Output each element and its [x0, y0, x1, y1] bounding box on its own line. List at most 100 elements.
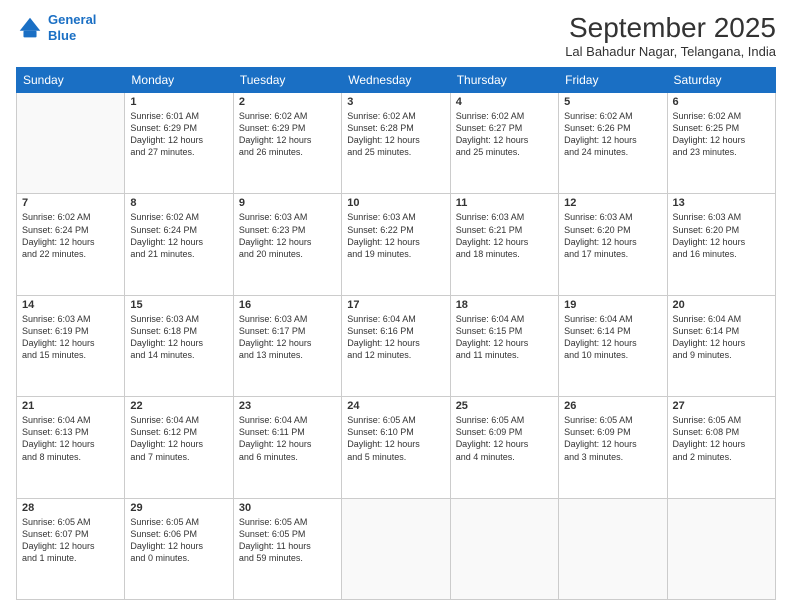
day-number: 15: [130, 299, 227, 311]
calendar-header-row: Sunday Monday Tuesday Wednesday Thursday…: [17, 68, 776, 93]
day-number: 12: [564, 197, 661, 209]
title-block: September 2025 Lal Bahadur Nagar, Telang…: [565, 12, 776, 59]
day-info: Sunrise: 6:03 AM Sunset: 6:19 PM Dayligh…: [22, 313, 119, 362]
day-number: 7: [22, 197, 119, 209]
day-number: 17: [347, 299, 444, 311]
calendar-cell: 17Sunrise: 6:04 AM Sunset: 6:16 PM Dayli…: [342, 295, 450, 396]
day-info: Sunrise: 6:05 AM Sunset: 6:05 PM Dayligh…: [239, 516, 336, 565]
day-info: Sunrise: 6:05 AM Sunset: 6:06 PM Dayligh…: [130, 516, 227, 565]
day-number: 2: [239, 96, 336, 108]
day-number: 23: [239, 400, 336, 412]
col-wednesday: Wednesday: [342, 68, 450, 93]
calendar-cell: 25 Sunrise: 6:05 AM Sunset: 6:09 PM Dayli…: [450, 397, 558, 498]
calendar-cell: 4Sunrise: 6:02 AM Sunset: 6:27 PM Daylig…: [450, 93, 558, 194]
calendar-cell: 11 Sunrise: 6:03 AM Sunset: 6:21 PM Dayli…: [450, 194, 558, 295]
calendar-cell: [17, 93, 125, 194]
day-info: Sunrise: 6:02 AM Sunset: 6:24 PM Dayligh…: [130, 211, 227, 260]
day-number: 10: [347, 197, 444, 209]
day-number: 29: [130, 502, 227, 514]
calendar-cell: 16 Sunrise: 6:03 AM Sunset: 6:17 PM Dayli…: [233, 295, 341, 396]
day-info: Sunrise: 6:03 AM Sunset: 6:17 PM Dayligh…: [239, 313, 336, 362]
col-sunday: Sunday: [17, 68, 125, 93]
day-number: 1: [130, 96, 227, 108]
col-thursday: Thursday: [450, 68, 558, 93]
day-info: Sunrise: 6:03 AM Sunset: 6:20 PM Dayligh…: [564, 211, 661, 260]
day-number: 26: [564, 400, 661, 412]
header: General Blue September 2025 Lal Bahadur …: [16, 12, 776, 59]
calendar-cell: 1 Sunrise: 6:01 AM Sunset: 6:29 PM Daylig…: [125, 93, 233, 194]
calendar-cell: 20 Sunrise: 6:04 AM Sunset: 6:14 PM Dayli…: [667, 295, 775, 396]
day-number: 16: [239, 299, 336, 311]
day-number: 3: [347, 96, 444, 108]
logo: General Blue: [16, 12, 96, 43]
day-number: 28: [22, 502, 119, 514]
day-number: 11: [456, 197, 553, 209]
day-number: 27: [673, 400, 770, 412]
day-info: Sunrise: 6:04 AM Sunset: 6:14 PM Dayligh…: [673, 313, 770, 362]
day-number: 25: [456, 400, 553, 412]
calendar-cell: 28 Sunrise: 6:05 AM Sunset: 6:07 PM Dayli…: [17, 498, 125, 599]
calendar-cell: 24 Sunrise: 6:05 AM Sunset: 6:10 PM Dayli…: [342, 397, 450, 498]
day-info: Sunrise: 6:05 AM Sunset: 6:07 PM Dayligh…: [22, 516, 119, 565]
day-info: Sunrise: 6:05 AM Sunset: 6:09 PM Dayligh…: [564, 414, 661, 463]
calendar-week-0: 1 Sunrise: 6:01 AM Sunset: 6:29 PM Daylig…: [17, 93, 776, 194]
col-friday: Friday: [559, 68, 667, 93]
calendar-cell: [342, 498, 450, 599]
calendar-cell: 3Sunrise: 6:02 AM Sunset: 6:28 PM Daylig…: [342, 93, 450, 194]
day-info: Sunrise: 6:03 AM Sunset: 6:21 PM Dayligh…: [456, 211, 553, 260]
day-number: 13: [673, 197, 770, 209]
col-tuesday: Tuesday: [233, 68, 341, 93]
day-info: Sunrise: 6:02 AM Sunset: 6:26 PM Dayligh…: [564, 110, 661, 159]
calendar-cell: 26 Sunrise: 6:05 AM Sunset: 6:09 PM Dayli…: [559, 397, 667, 498]
day-info: Sunrise: 6:02 AM Sunset: 6:29 PM Dayligh…: [239, 110, 336, 159]
calendar-cell: 2 Sunrise: 6:02 AM Sunset: 6:29 PM Daylig…: [233, 93, 341, 194]
logo-general: General: [48, 12, 96, 27]
day-info: Sunrise: 6:02 AM Sunset: 6:24 PM Dayligh…: [22, 211, 119, 260]
day-info: Sunrise: 6:04 AM Sunset: 6:15 PM Dayligh…: [456, 313, 553, 362]
location-subtitle: Lal Bahadur Nagar, Telangana, India: [565, 44, 776, 59]
day-info: Sunrise: 6:04 AM Sunset: 6:14 PM Dayligh…: [564, 313, 661, 362]
day-info: Sunrise: 6:04 AM Sunset: 6:12 PM Dayligh…: [130, 414, 227, 463]
calendar-week-4: 28 Sunrise: 6:05 AM Sunset: 6:07 PM Dayli…: [17, 498, 776, 599]
calendar-cell: 9 Sunrise: 6:03 AM Sunset: 6:23 PM Daylig…: [233, 194, 341, 295]
calendar-cell: [667, 498, 775, 599]
day-info: Sunrise: 6:03 AM Sunset: 6:18 PM Dayligh…: [130, 313, 227, 362]
day-number: 8: [130, 197, 227, 209]
day-number: 21: [22, 400, 119, 412]
page: General Blue September 2025 Lal Bahadur …: [0, 0, 792, 612]
month-title: September 2025: [565, 12, 776, 44]
day-number: 24: [347, 400, 444, 412]
calendar-cell: [559, 498, 667, 599]
calendar-cell: 14Sunrise: 6:03 AM Sunset: 6:19 PM Dayli…: [17, 295, 125, 396]
day-number: 22: [130, 400, 227, 412]
day-info: Sunrise: 6:04 AM Sunset: 6:13 PM Dayligh…: [22, 414, 119, 463]
calendar-cell: 22 Sunrise: 6:04 AM Sunset: 6:12 PM Dayli…: [125, 397, 233, 498]
day-info: Sunrise: 6:01 AM Sunset: 6:29 PM Dayligh…: [130, 110, 227, 159]
col-monday: Monday: [125, 68, 233, 93]
day-info: Sunrise: 6:05 AM Sunset: 6:10 PM Dayligh…: [347, 414, 444, 463]
day-info: Sunrise: 6:03 AM Sunset: 6:23 PM Dayligh…: [239, 211, 336, 260]
calendar-table: Sunday Monday Tuesday Wednesday Thursday…: [16, 67, 776, 600]
day-info: Sunrise: 6:05 AM Sunset: 6:08 PM Dayligh…: [673, 414, 770, 463]
calendar-cell: 15 Sunrise: 6:03 AM Sunset: 6:18 PM Dayli…: [125, 295, 233, 396]
calendar-cell: 12 Sunrise: 6:03 AM Sunset: 6:20 PM Dayli…: [559, 194, 667, 295]
calendar-week-1: 7 Sunrise: 6:02 AM Sunset: 6:24 PM Daylig…: [17, 194, 776, 295]
calendar-cell: 29 Sunrise: 6:05 AM Sunset: 6:06 PM Dayli…: [125, 498, 233, 599]
calendar-cell: [450, 498, 558, 599]
day-number: 9: [239, 197, 336, 209]
day-info: Sunrise: 6:03 AM Sunset: 6:20 PM Dayligh…: [673, 211, 770, 260]
calendar-cell: 6 Sunrise: 6:02 AM Sunset: 6:25 PM Daylig…: [667, 93, 775, 194]
calendar-cell: 5Sunrise: 6:02 AM Sunset: 6:26 PM Daylig…: [559, 93, 667, 194]
calendar-cell: 21 Sunrise: 6:04 AM Sunset: 6:13 PM Dayli…: [17, 397, 125, 498]
calendar-cell: 27 Sunrise: 6:05 AM Sunset: 6:08 PM Dayli…: [667, 397, 775, 498]
day-number: 4: [456, 96, 553, 108]
calendar-cell: 18Sunrise: 6:04 AM Sunset: 6:15 PM Dayli…: [450, 295, 558, 396]
day-info: Sunrise: 6:05 AM Sunset: 6:09 PM Dayligh…: [456, 414, 553, 463]
calendar-cell: 19 Sunrise: 6:04 AM Sunset: 6:14 PM Dayli…: [559, 295, 667, 396]
day-number: 20: [673, 299, 770, 311]
col-saturday: Saturday: [667, 68, 775, 93]
day-info: Sunrise: 6:02 AM Sunset: 6:25 PM Dayligh…: [673, 110, 770, 159]
calendar-cell: 30Sunrise: 6:05 AM Sunset: 6:05 PM Dayli…: [233, 498, 341, 599]
day-number: 19: [564, 299, 661, 311]
day-number: 6: [673, 96, 770, 108]
